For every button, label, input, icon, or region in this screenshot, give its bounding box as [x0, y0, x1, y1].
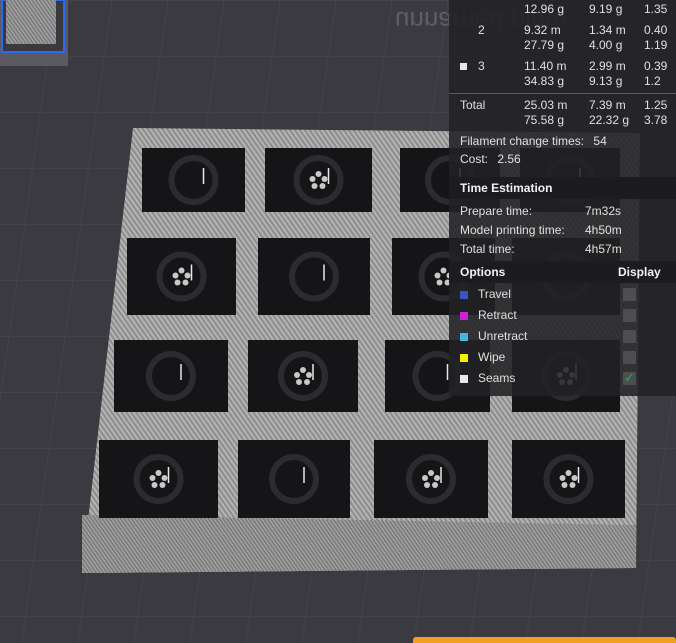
model-printing-time-label: Model printing time:	[460, 223, 565, 237]
display-checkbox[interactable]	[623, 351, 636, 364]
slice-stats-panel: 12.96 g 9.19 g 1.35 2 9.32 m 1.34 m 0.40…	[449, 0, 676, 396]
tray-cell	[99, 440, 218, 518]
seam-dot	[311, 183, 318, 189]
seam-dot	[161, 475, 168, 481]
seam-dot	[155, 470, 162, 476]
tray-cell	[127, 238, 236, 315]
option-label: Wipe	[478, 350, 506, 364]
seam-dot	[422, 475, 428, 481]
seam-dot	[571, 475, 578, 481]
option-color-swatch	[460, 291, 468, 299]
display-checkbox[interactable]	[623, 309, 636, 322]
seam-dot	[149, 475, 156, 481]
option-travel[interactable]: Travel	[449, 285, 676, 305]
option-seams[interactable]: Seams ✓	[449, 369, 676, 389]
total-time-label: Total time:	[460, 242, 515, 256]
plate-thumbnail[interactable]	[0, 0, 68, 66]
tray-cell	[258, 238, 370, 315]
divider	[449, 93, 676, 94]
seam-dot	[304, 379, 310, 385]
tray-cell	[114, 340, 228, 412]
seam-dot	[434, 272, 441, 279]
seam-dot	[294, 372, 300, 378]
prepare-time-value: 7m32s	[585, 204, 622, 218]
tray-cell	[238, 440, 350, 518]
option-color-swatch	[460, 354, 468, 362]
seam-dot	[561, 482, 568, 488]
filament-color-swatch	[460, 63, 467, 70]
tray-cell	[512, 440, 625, 518]
time-estimation-header: Time Estimation	[449, 177, 676, 199]
seam-dot	[300, 367, 306, 373]
options-header: Options Display	[449, 261, 676, 283]
option-color-swatch	[460, 375, 468, 383]
seam-dot	[159, 482, 166, 488]
seam-dot	[436, 279, 443, 286]
option-label: Unretract	[478, 329, 528, 343]
seam-dot	[178, 267, 185, 274]
option-label: Retract	[478, 308, 517, 322]
seam-dot	[174, 279, 181, 286]
option-color-swatch	[460, 333, 468, 341]
tray-cell	[248, 340, 358, 412]
filament-change-times: Filament change times: 54	[460, 134, 607, 148]
model-printing-time-value: 4h50m	[585, 223, 622, 237]
display-checkbox[interactable]	[623, 330, 636, 343]
seam-dot	[434, 475, 440, 481]
seam-dot	[321, 176, 328, 182]
display-checkbox[interactable]	[623, 288, 636, 301]
option-retract[interactable]: Retract	[449, 306, 676, 326]
option-label: Seams	[478, 371, 516, 385]
option-color-swatch	[460, 312, 468, 320]
seam-dot	[182, 279, 189, 286]
display-checkbox[interactable]: ✓	[623, 370, 636, 385]
display-column-label: Display	[618, 265, 661, 279]
tray-cell	[374, 440, 488, 518]
seam-dot	[424, 482, 430, 488]
seam-dot	[440, 267, 447, 274]
seam-dot	[319, 183, 326, 189]
progress-accent-bar	[413, 637, 676, 643]
cost: Cost: 2.56	[460, 152, 521, 166]
seam-dot	[559, 475, 566, 481]
option-label: Travel	[478, 287, 511, 301]
seam-dot	[309, 176, 316, 182]
option-wipe[interactable]: Wipe	[449, 348, 676, 368]
seam-dot	[315, 171, 322, 177]
seam-dot	[569, 482, 576, 488]
option-unretract[interactable]: Unretract	[449, 327, 676, 347]
seam-dot	[565, 470, 572, 476]
seam-dot	[432, 482, 438, 488]
seam-dot	[172, 272, 179, 279]
seam-dot	[306, 372, 312, 378]
total-time-value: 4h57m	[585, 242, 622, 256]
prepare-time-label: Prepare time:	[460, 204, 533, 218]
check-icon: ✓	[624, 370, 635, 385]
seam-dot	[428, 470, 434, 476]
seam-dot	[151, 482, 158, 488]
seam-dot	[296, 379, 302, 385]
seam-dot	[184, 272, 191, 279]
